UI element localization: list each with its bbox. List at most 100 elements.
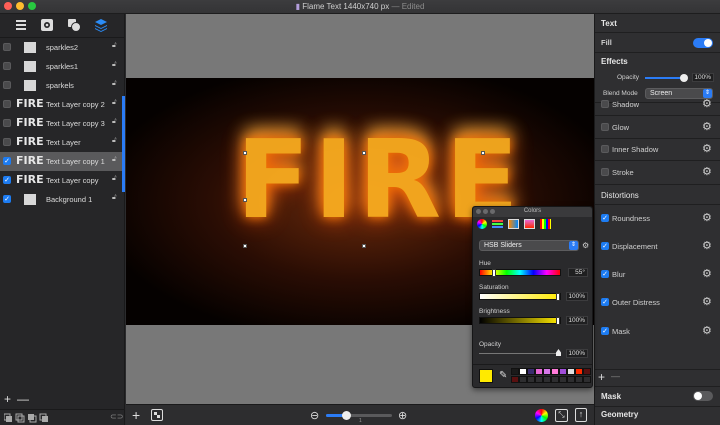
color-swatch[interactable] bbox=[575, 376, 583, 383]
link-icon[interactable]: ⊂⊃ bbox=[110, 412, 123, 421]
color-swatch[interactable] bbox=[543, 368, 551, 375]
lock-icon[interactable]: 🔓︎ bbox=[112, 156, 117, 164]
layer-visibility-checkbox[interactable] bbox=[3, 119, 11, 127]
share-icon[interactable]: ↑ bbox=[575, 408, 587, 422]
saturation-slider[interactable] bbox=[479, 293, 561, 301]
current-color-well[interactable] bbox=[479, 369, 493, 383]
artboard-icon[interactable] bbox=[151, 409, 163, 421]
gear-icon[interactable]: ⚙ bbox=[702, 120, 712, 133]
color-swatch[interactable] bbox=[535, 376, 543, 383]
resize-handle[interactable] bbox=[362, 151, 366, 155]
image-palettes-tab-icon[interactable] bbox=[524, 219, 535, 229]
hue-value[interactable]: 55° bbox=[568, 268, 588, 277]
sliders-tab-icon[interactable] bbox=[492, 220, 503, 229]
hue-slider[interactable] bbox=[479, 269, 561, 277]
color-swatch[interactable] bbox=[575, 368, 583, 375]
boolean-ops-icon[interactable] bbox=[4, 413, 50, 423]
color-swatch[interactable] bbox=[527, 376, 535, 383]
layers-icon[interactable] bbox=[94, 18, 108, 32]
resize-handle[interactable] bbox=[481, 151, 485, 155]
resize-handle[interactable] bbox=[243, 244, 247, 248]
eyedropper-icon[interactable]: ✎ bbox=[499, 370, 507, 381]
opacity-value[interactable]: 100% bbox=[692, 73, 714, 82]
brightness-value[interactable]: 100% bbox=[566, 316, 588, 325]
shadow-checkbox[interactable] bbox=[601, 100, 609, 108]
layer-row[interactable]: ✓ FIRE Text Layer copy 🔓︎ bbox=[0, 171, 125, 190]
gear-icon[interactable]: ⚙ bbox=[582, 241, 589, 250]
gear-icon[interactable]: ⚙ bbox=[702, 267, 712, 280]
lock-icon[interactable]: 🔓︎ bbox=[112, 194, 117, 202]
mask-toggle[interactable] bbox=[693, 391, 713, 401]
color-swatch[interactable] bbox=[567, 368, 575, 375]
glow-checkbox[interactable] bbox=[601, 123, 609, 131]
gear-icon[interactable]: ⚙ bbox=[702, 295, 712, 308]
zoom-out-icon[interactable]: ⊖ bbox=[310, 409, 319, 422]
color-swatch[interactable] bbox=[511, 368, 519, 375]
mask-distortion-checkbox[interactable]: ✓ bbox=[601, 327, 609, 335]
inner-shadow-checkbox[interactable] bbox=[601, 145, 609, 153]
layer-visibility-checkbox[interactable]: ✓ bbox=[3, 195, 11, 203]
color-swatch[interactable] bbox=[543, 376, 551, 383]
remove-distortion-button[interactable]: — bbox=[611, 371, 620, 381]
color-wheel-tab-icon[interactable] bbox=[477, 219, 487, 229]
add-distortion-button[interactable]: + bbox=[598, 370, 605, 384]
lock-icon[interactable]: 🔓︎ bbox=[112, 175, 117, 183]
layer-visibility-checkbox[interactable] bbox=[3, 138, 11, 146]
zoom-slider[interactable] bbox=[326, 411, 392, 420]
lock-icon[interactable]: 🔓︎ bbox=[112, 137, 117, 145]
color-mode-select[interactable]: HSB Sliders ⇕ bbox=[479, 240, 579, 251]
layer-row-selected[interactable]: ✓ FIRE Text Layer copy 1 🔓︎ bbox=[0, 152, 125, 171]
lock-icon[interactable]: 🔓︎ bbox=[112, 42, 117, 50]
gear-icon[interactable]: ⚙ bbox=[702, 239, 712, 252]
lock-icon[interactable]: 🔓︎ bbox=[112, 99, 117, 107]
resize-handle[interactable] bbox=[243, 198, 247, 202]
lock-icon[interactable]: 🔓︎ bbox=[112, 118, 117, 126]
saturation-value[interactable]: 100% bbox=[566, 292, 588, 301]
layer-row[interactable]: sparkels 🔓︎ bbox=[0, 76, 125, 95]
lock-icon[interactable]: 🔓︎ bbox=[112, 80, 117, 88]
roundness-checkbox[interactable]: ✓ bbox=[601, 214, 609, 222]
layer-visibility-checkbox[interactable] bbox=[3, 43, 11, 51]
gear-icon[interactable]: ⚙ bbox=[702, 324, 712, 337]
layer-row[interactable]: ✓ Background 1 🔓︎ bbox=[0, 190, 125, 209]
color-opacity-value[interactable]: 100% bbox=[566, 349, 588, 358]
color-swatch[interactable] bbox=[583, 368, 591, 375]
color-swatch[interactable] bbox=[551, 368, 559, 375]
brightness-slider[interactable] bbox=[479, 317, 561, 325]
layer-visibility-checkbox[interactable]: ✓ bbox=[3, 157, 11, 165]
palettes-tab-icon[interactable] bbox=[508, 219, 519, 229]
add-icon[interactable]: + bbox=[132, 407, 140, 423]
color-wheel-icon[interactable] bbox=[535, 409, 548, 422]
color-swatch[interactable] bbox=[511, 376, 519, 383]
gear-icon[interactable] bbox=[40, 18, 54, 32]
outer-distress-checkbox[interactable]: ✓ bbox=[601, 298, 609, 306]
color-swatch[interactable] bbox=[583, 376, 591, 383]
layer-row[interactable]: FIRE Text Layer copy 2 🔓︎ bbox=[0, 95, 125, 114]
color-swatch[interactable] bbox=[519, 376, 527, 383]
color-opacity-slider[interactable] bbox=[479, 349, 561, 356]
layer-row[interactable]: FIRE Text Layer 🔓︎ bbox=[0, 133, 125, 152]
layer-visibility-checkbox[interactable]: ✓ bbox=[3, 176, 11, 184]
layer-visibility-checkbox[interactable] bbox=[3, 62, 11, 70]
layer-visibility-checkbox[interactable] bbox=[3, 81, 11, 89]
fill-toggle[interactable] bbox=[693, 38, 713, 48]
fit-icon[interactable]: ⤡ bbox=[555, 409, 568, 422]
color-swatch[interactable] bbox=[535, 368, 543, 375]
pencils-tab-icon[interactable] bbox=[540, 219, 551, 229]
gear-icon[interactable]: ⚙ bbox=[702, 211, 712, 224]
gear-icon[interactable]: ⚙ bbox=[702, 97, 712, 110]
color-swatch[interactable] bbox=[567, 376, 575, 383]
resize-handle[interactable] bbox=[362, 244, 366, 248]
gear-icon[interactable]: ⚙ bbox=[702, 142, 712, 155]
shapes-icon[interactable] bbox=[67, 18, 81, 32]
displacement-checkbox[interactable]: ✓ bbox=[601, 242, 609, 250]
add-layer-button[interactable]: + bbox=[4, 392, 11, 406]
lock-icon[interactable]: 🔓︎ bbox=[112, 61, 117, 69]
color-swatch[interactable] bbox=[559, 376, 567, 383]
resize-handle[interactable] bbox=[243, 151, 247, 155]
blur-checkbox[interactable]: ✓ bbox=[601, 270, 609, 278]
gear-icon[interactable]: ⚙ bbox=[702, 165, 712, 178]
color-swatch[interactable] bbox=[519, 368, 527, 375]
remove-layer-button[interactable]: — bbox=[17, 392, 29, 406]
layer-row[interactable]: FIRE Text Layer copy 3 🔓︎ bbox=[0, 114, 125, 133]
